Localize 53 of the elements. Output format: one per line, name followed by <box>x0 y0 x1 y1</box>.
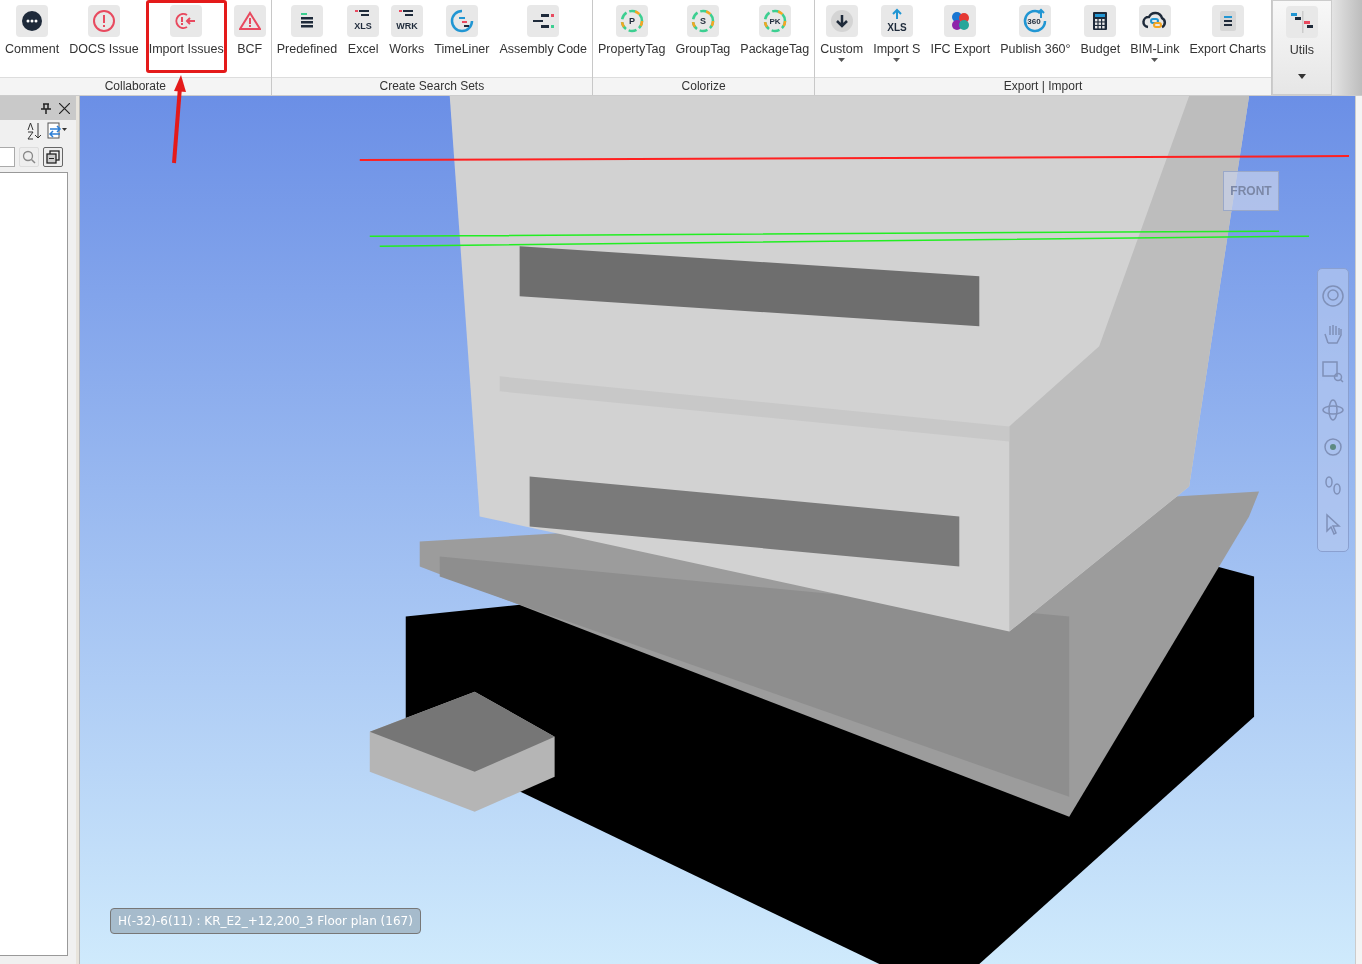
timeline-icon <box>449 9 474 33</box>
ribbon-button[interactable]: Custom <box>817 0 867 73</box>
ribbon-button[interactable]: P PropertyTag <box>595 0 669 73</box>
close-icon[interactable] <box>59 102 70 114</box>
alert-icon <box>91 9 116 33</box>
ifc-logo-icon <box>949 10 972 32</box>
pin-icon[interactable] <box>41 102 51 114</box>
hierarchy-icon <box>531 12 556 30</box>
tag-icon: S <box>690 9 715 33</box>
calculator-icon <box>1093 12 1108 30</box>
search-icon <box>22 150 36 164</box>
eye-icon[interactable] <box>1322 437 1344 459</box>
ribbon-button[interactable]: Comment <box>2 0 63 73</box>
group-label: Create Search Sets <box>271 77 592 95</box>
tag-icon: P <box>619 9 644 33</box>
list-icon <box>298 13 315 29</box>
ribbon-button[interactable]: BIM-Link <box>1127 0 1183 73</box>
ribbon-button[interactable]: S GroupTag <box>672 0 734 73</box>
sort-icon[interactable] <box>26 122 42 140</box>
zoom-icon[interactable] <box>1322 361 1344 383</box>
chart-icon <box>1219 11 1236 31</box>
group-label: Export | Import <box>815 77 1271 95</box>
import-icon <box>175 12 198 30</box>
caret-icon[interactable] <box>1297 74 1306 79</box>
search-field[interactable] <box>0 147 15 167</box>
ribbon-button[interactable]: DOCS Issue <box>66 0 142 73</box>
group-label: Colorize <box>593 77 815 95</box>
steering-wheel-icon[interactable] <box>1322 285 1344 307</box>
ribbon-button[interactable]: Assembly Code <box>496 0 590 73</box>
ribbon-button[interactable]: Predefined <box>273 0 341 73</box>
warning-icon <box>238 11 261 31</box>
ribbon-button[interactable]: WRK Works <box>386 0 428 73</box>
document-swap-icon[interactable] <box>46 122 68 140</box>
ribbon-button[interactable]: PK PackageTag <box>737 0 813 73</box>
comment-icon <box>21 10 44 32</box>
footprints-icon[interactable] <box>1322 475 1344 497</box>
utils-icon <box>1289 11 1314 33</box>
status-tooltip: H(-32)-6(11) : KR_E2_+12,200_3 Floor plan (167) <box>110 908 421 934</box>
ribbon-button[interactable]: 360 Publish 360° <box>997 0 1074 73</box>
orbit-icon[interactable] <box>1322 399 1344 421</box>
ribbon-button[interactable]: Export Charts <box>1186 0 1269 73</box>
ribbon-button[interactable]: XLS Excel <box>344 0 383 73</box>
ribbon-button[interactable]: XLS Import S <box>870 0 924 73</box>
download-icon <box>829 9 854 33</box>
ribbon-button[interactable]: IFC Export <box>927 0 994 73</box>
ribbon-button[interactable]: Budget <box>1077 0 1124 73</box>
ribbon-button[interactable]: BCF <box>230 0 269 73</box>
collapse-button[interactable] <box>43 147 63 167</box>
tag-icon: PK <box>762 9 787 33</box>
windows-icon <box>46 150 60 164</box>
group-label: Collaborate <box>0 77 271 95</box>
pan-hand-icon[interactable] <box>1322 323 1344 345</box>
ribbon-button[interactable]: TimeLiner <box>431 0 493 73</box>
